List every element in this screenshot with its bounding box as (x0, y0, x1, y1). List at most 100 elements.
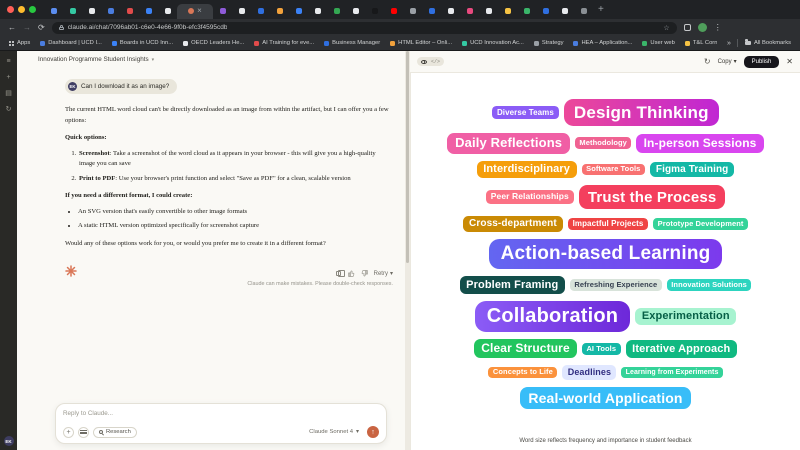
artifact-copy-button[interactable]: Copy ▾ (718, 58, 737, 66)
claude-sidebar: ≡ + ▤ ↻ EK (0, 51, 17, 450)
url-text[interactable]: claude.ai/chat/7096ab01-c6e0-4e66-9f0b-e… (68, 24, 228, 31)
browser-tab-27[interactable] (574, 4, 593, 19)
bookmark-favicon (183, 40, 189, 46)
new-chat-icon[interactable]: + (6, 74, 10, 81)
browser-tab-5[interactable] (139, 4, 158, 19)
bookmark-item-1[interactable]: Boards in UCD Inn... (111, 40, 173, 46)
zoom-window-button[interactable] (29, 6, 36, 13)
bookmark-star-icon[interactable]: ☆ (663, 24, 669, 32)
extensions-icon[interactable] (683, 24, 691, 31)
bookmark-item-10[interactable]: T&L Corner (684, 40, 717, 46)
tab-favicon (504, 8, 511, 14)
browser-tab-11[interactable] (270, 4, 289, 19)
browser-tab-6[interactable] (158, 4, 177, 19)
send-button[interactable]: ↑ (367, 426, 379, 438)
model-selector[interactable]: Claude Sonnet 4 ▾ (309, 429, 359, 435)
preview-code-toggle[interactable]: </> (417, 57, 445, 66)
bookmark-item-6[interactable]: UCD Innovation Ac... (462, 40, 524, 46)
chat-scrollbar[interactable] (405, 51, 410, 450)
browser-tab-8[interactable] (213, 4, 232, 19)
code-toggle-icon[interactable]: </> (431, 59, 440, 65)
chat-title-bar[interactable]: Innovation Programme Student Insights ▾ (38, 56, 154, 63)
reply-composer[interactable]: Reply to Claude... + Research Claude Son… (55, 403, 387, 444)
browser-tab-25[interactable] (536, 4, 555, 19)
browser-tab-2[interactable] (82, 4, 101, 19)
close-window-button[interactable] (7, 6, 14, 13)
bookmark-item-4[interactable]: Business Manager (324, 40, 380, 46)
word-cloud-row: Peer Relationships Trust the Process (485, 185, 726, 210)
bookmark-favicon (254, 40, 260, 46)
bookmark-item-0[interactable]: Dashboard | UCD I... (40, 40, 102, 46)
back-icon[interactable]: ← (8, 23, 16, 32)
bookmarks-overflow-icon[interactable]: » (727, 40, 731, 47)
address-bar[interactable]: claude.ai/chat/7096ab01-c6e0-4e66-9f0b-e… (51, 21, 677, 34)
tab-claude-active[interactable]: × (177, 3, 213, 19)
scrollbar-thumb[interactable] (406, 51, 409, 263)
browser-tab-10[interactable] (251, 4, 270, 19)
browser-menu-icon[interactable]: ⋮ (714, 23, 722, 32)
all-bookmarks-button[interactable]: All Bookmarks (744, 39, 791, 46)
browser-tab-24[interactable] (517, 4, 536, 19)
chats-icon[interactable]: ▤ (5, 90, 12, 97)
retry-button[interactable]: Retry ▾ (374, 270, 393, 278)
browser-tab-1[interactable] (63, 4, 82, 19)
tab-favicon (276, 8, 283, 14)
thumbs-up-icon[interactable] (347, 270, 355, 278)
tab-favicon (88, 8, 95, 14)
copy-icon[interactable] (335, 270, 346, 278)
bookmark-item-8[interactable]: HEA – Application... (573, 40, 632, 46)
browser-tab-18[interactable] (403, 4, 422, 19)
word-cloud-row: Diverse Teams Design Thinking (492, 99, 719, 127)
research-button[interactable]: Research (93, 426, 137, 438)
bookmark-item-2[interactable]: OECD Leaders He... (183, 40, 244, 46)
new-tab-button[interactable]: + (598, 4, 604, 15)
word-peer-relationships: Peer Relationships (485, 190, 574, 204)
user-avatar-badge[interactable]: EK (3, 436, 14, 446)
bookmark-apps[interactable]: Apps (9, 40, 30, 46)
browser-tab-12[interactable] (289, 4, 308, 19)
browser-tab-15[interactable] (346, 4, 365, 19)
browser-tab-13[interactable] (308, 4, 327, 19)
bookmark-favicon (642, 40, 648, 46)
sidebar-menu-icon[interactable]: ≡ (6, 58, 10, 65)
tab-close-icon[interactable]: × (197, 7, 202, 15)
tools-button[interactable] (78, 426, 89, 438)
profile-avatar[interactable] (697, 23, 707, 32)
close-icon[interactable]: ✕ (786, 57, 793, 66)
preview-eye-icon[interactable] (421, 59, 427, 64)
browser-tab-20[interactable] (441, 4, 460, 19)
browser-tab-21[interactable] (460, 4, 479, 19)
thumbs-down-icon[interactable] (361, 270, 368, 277)
bookmark-item-5[interactable]: HTML Editor – Onli... (390, 40, 452, 46)
bookmark-item-9[interactable]: User web (642, 40, 675, 46)
browser-tab-4[interactable] (120, 4, 139, 19)
browser-tab-14[interactable] (327, 4, 346, 19)
bookmark-item-7[interactable]: Strategy (533, 40, 563, 46)
tab-strip: × + (0, 0, 800, 19)
browser-tab-26[interactable] (555, 4, 574, 19)
browser-tab-19[interactable] (422, 4, 441, 19)
word-learning-from-experiments: Learning from Experiments (621, 366, 723, 379)
word-cloud-row: Problem Framing Refreshing Experience Inno… (459, 276, 752, 294)
tab-favicon (107, 8, 114, 14)
history-icon[interactable]: ↻ (6, 106, 12, 113)
browser-tab-9[interactable] (232, 4, 251, 19)
browser-tab-23[interactable] (498, 4, 517, 19)
publish-button[interactable]: Publish (743, 55, 780, 68)
reply-input[interactable]: Reply to Claude... (63, 410, 379, 417)
forward-icon[interactable]: → (23, 23, 31, 32)
window-controls[interactable] (7, 6, 36, 13)
bookmark-label: Dashboard | UCD I... (48, 40, 102, 46)
bookmark-item-3[interactable]: AI Training for eve... (254, 40, 314, 46)
browser-tab-3[interactable] (101, 4, 120, 19)
minimize-window-button[interactable] (18, 6, 25, 13)
browser-tab-17[interactable] (384, 4, 403, 19)
word-experimentation: Experimentation (635, 307, 737, 326)
browser-tab-22[interactable] (479, 4, 498, 19)
browser-tab-16[interactable] (365, 4, 384, 19)
refresh-icon[interactable]: ↻ (704, 57, 711, 66)
reload-icon[interactable]: ⟳ (38, 23, 45, 32)
disclaimer-text: Claude can make mistakes. Please double-… (247, 281, 393, 288)
browser-tab-0[interactable] (44, 4, 63, 19)
attach-plus-button[interactable]: + (63, 426, 74, 438)
